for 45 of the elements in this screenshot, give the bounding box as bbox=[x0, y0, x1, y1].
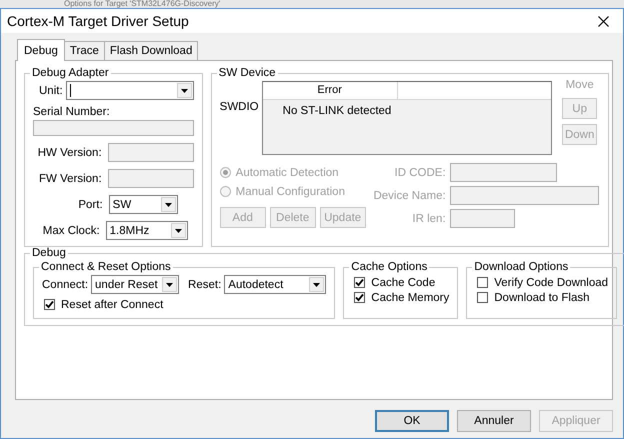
radio-label: Automatic Detection bbox=[236, 166, 339, 178]
group-title: SW Device bbox=[218, 67, 277, 79]
dropdown[interactable] bbox=[66, 81, 194, 100]
checkbox[interactable] bbox=[354, 292, 366, 303]
dialog-button[interactable]: Annuler bbox=[457, 410, 531, 432]
group-title: Cache Options bbox=[350, 261, 428, 273]
checkbox-label: Cache Code bbox=[371, 276, 436, 288]
field-label: Unit: bbox=[39, 84, 63, 96]
dropdown[interactable]: Autodetect bbox=[224, 275, 326, 294]
checkbox-label: Reset after Connect bbox=[61, 298, 164, 310]
field-label: Connect: bbox=[42, 278, 88, 290]
tab[interactable]: Flash Download bbox=[104, 41, 198, 60]
dropdown[interactable]: under Reset bbox=[91, 275, 180, 294]
group-title: Debug Adapter bbox=[31, 67, 110, 79]
radio-label: Manual Configuration bbox=[236, 186, 345, 198]
close-icon[interactable] bbox=[598, 16, 609, 26]
group-title: Download Options bbox=[473, 261, 570, 273]
checkbox-label: Download to Flash bbox=[494, 292, 590, 304]
field-label: Max Clock: bbox=[42, 224, 100, 236]
group-title: Debug bbox=[31, 247, 67, 259]
field-label: Device Name: bbox=[373, 190, 446, 202]
field-label: Port: bbox=[78, 198, 103, 210]
row-label: SWDIO bbox=[220, 100, 256, 115]
list-cell: No ST-LINK detected bbox=[282, 105, 392, 117]
field-label: ID CODE: bbox=[394, 166, 446, 178]
field-label: FW Version: bbox=[39, 172, 102, 184]
checkbox-label: Cache Memory bbox=[371, 292, 450, 304]
checkbox[interactable] bbox=[477, 292, 488, 303]
move-label: Move bbox=[566, 78, 594, 93]
checkbox-label: Verify Code Download bbox=[494, 276, 608, 288]
field-label: Reset: bbox=[188, 278, 222, 290]
dropdown[interactable]: SW bbox=[108, 195, 178, 214]
field-label: Serial Number: bbox=[33, 106, 111, 118]
device-list[interactable]: Error No ST-LINK detected bbox=[262, 81, 552, 155]
checkbox[interactable] bbox=[44, 299, 55, 310]
window-title: Cortex-M Target Driver Setup bbox=[7, 13, 189, 29]
dropdown[interactable]: 1.8MHz bbox=[106, 221, 188, 240]
background-window-title: Options for Target 'STM32L476G-Discovery' bbox=[0, 0, 624, 8]
group-title: Connect & Reset Options bbox=[40, 261, 172, 273]
field-label: IR len: bbox=[412, 212, 446, 224]
dialog-button[interactable]: OK bbox=[375, 410, 449, 432]
tab[interactable]: Debug bbox=[17, 39, 65, 61]
field-label: HW Version: bbox=[38, 146, 102, 158]
checkbox[interactable] bbox=[477, 277, 488, 288]
checkbox[interactable] bbox=[354, 277, 366, 288]
